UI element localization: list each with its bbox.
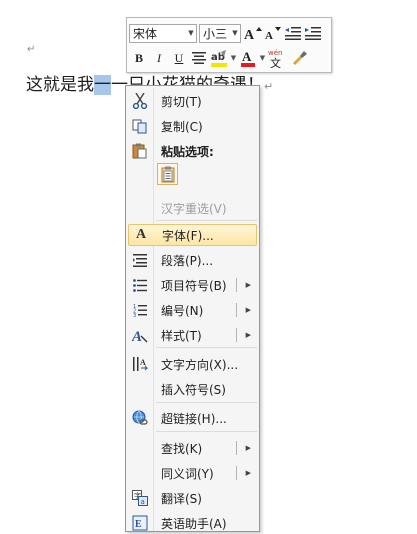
menu-item-translate[interactable]: 字a 翻译(S): [128, 487, 257, 509]
text-before-selection: 这就是我: [26, 75, 94, 95]
menu-item-label: 同义词(Y): [161, 466, 214, 481]
svg-text:E: E: [135, 519, 142, 530]
submenu-arrow-icon: ▶: [245, 281, 251, 289]
svg-text:a: a: [141, 498, 145, 506]
menu-item-reselect-chars: 汉字重选(V): [128, 197, 257, 219]
svg-text:文: 文: [270, 56, 281, 68]
numbering-icon: 123: [128, 303, 152, 317]
shrink-font-icon[interactable]: A: [263, 23, 283, 43]
menu-item-find[interactable]: 查找(K) ▶: [128, 437, 257, 459]
menu-item-paragraph[interactable]: 段落(P)...: [128, 249, 257, 271]
font-name-combo[interactable]: 宋体 ▼: [129, 23, 197, 43]
hyperlink-icon: [128, 410, 152, 426]
menu-item-label: 英语助手(A): [161, 516, 227, 531]
highlight-icon[interactable]: ab: [209, 48, 229, 68]
english-assistant-icon: E: [128, 515, 152, 531]
svg-text:A: A: [132, 329, 142, 343]
menu-item-cut[interactable]: 剪切(T): [128, 90, 257, 112]
italic-label: I: [157, 50, 161, 65]
menu-item-synonyms[interactable]: 同义词(Y) ▶: [128, 462, 257, 484]
format-painter-icon[interactable]: [289, 48, 309, 68]
underline-button[interactable]: U: [169, 48, 189, 68]
submenu-arrow-icon: ▶: [245, 469, 251, 477]
menu-item-label: 汉字重选(V): [161, 201, 227, 216]
menu-item-label: 文字方向(X)...: [161, 357, 239, 372]
menu-item-insert-symbol[interactable]: 插入符号(S): [128, 378, 257, 400]
text-direction-icon: A: [128, 356, 152, 372]
paragraph-corner-mark: ↵: [27, 44, 36, 55]
svg-text:3: 3: [133, 313, 136, 317]
menu-item-label: 插入符号(S): [161, 382, 226, 397]
font-icon: A: [135, 227, 147, 242]
svg-text:A: A: [140, 358, 146, 367]
font-color-icon[interactable]: A: [238, 48, 258, 68]
menu-item-font[interactable]: A 字体(F)...: [128, 224, 257, 246]
paragraph-icon: [128, 253, 152, 267]
underline-label: U: [174, 50, 184, 65]
grow-font-icon[interactable]: A: [243, 23, 263, 43]
menu-item-text-direction[interactable]: A 文字方向(X)...: [128, 353, 257, 375]
submenu-arrow-icon: ▶: [245, 306, 251, 314]
menu-item-paste-options: 粘贴选项:: [128, 140, 257, 162]
menu-item-label: 剪切(T): [161, 94, 202, 109]
clipboard-icon: [128, 143, 152, 159]
menu-separator: [156, 347, 257, 348]
center-align-icon[interactable]: [189, 48, 209, 68]
mini-toolbar: 宋体 ▼ 小三 ▼ A A B I U ab ▼ A ▼ wén 文: [126, 17, 332, 73]
menu-separator: [156, 431, 257, 432]
bold-button[interactable]: B: [129, 48, 149, 68]
increase-indent-icon[interactable]: [303, 23, 323, 43]
menu-item-hyperlink[interactable]: 超链接(H)...: [128, 407, 257, 429]
menu-item-numbering[interactable]: 123 编号(N) ▶: [128, 299, 257, 321]
bullets-icon: [128, 278, 152, 292]
paste-keep-text-button[interactable]: [157, 163, 178, 185]
font-size-value: 小三: [203, 26, 228, 41]
chevron-down-icon[interactable]: ▼: [186, 29, 196, 37]
menu-item-label: 段落(P)...: [161, 253, 214, 268]
styles-icon: A: [128, 327, 152, 343]
menu-item-bullets[interactable]: 项目符号(B) ▶: [128, 274, 257, 296]
menu-separator: [156, 402, 257, 403]
svg-text:A: A: [242, 49, 252, 64]
selected-text[interactable]: 一: [94, 75, 111, 95]
chevron-down-icon[interactable]: ▼: [230, 29, 240, 37]
menu-item-label: 复制(C): [161, 119, 203, 134]
menu-separator: [156, 220, 257, 221]
bold-label: B: [134, 50, 143, 65]
menu-item-label: 样式(T): [161, 328, 202, 343]
chevron-down-icon[interactable]: ▼: [258, 54, 267, 62]
menu-item-label: 编号(N): [161, 303, 204, 318]
scissors-icon: [128, 93, 152, 109]
menu-item-label: 查找(K): [161, 441, 203, 456]
menu-item-label: 字体(F)...: [162, 228, 214, 243]
menu-item-styles[interactable]: A 样式(T) ▶: [128, 324, 257, 346]
paste-text-only-icon: [161, 166, 174, 182]
italic-button[interactable]: I: [149, 48, 169, 68]
phonetic-guide-icon[interactable]: wén 文: [267, 48, 289, 68]
copy-icon: [128, 119, 152, 134]
svg-text:A: A: [265, 30, 273, 41]
chevron-down-icon[interactable]: ▼: [229, 54, 238, 62]
submenu-arrow-icon: ▶: [245, 331, 251, 339]
menu-item-label: 项目符号(B): [161, 278, 227, 293]
menu-item-english-assistant[interactable]: E 英语助手(A): [128, 512, 257, 534]
menu-item-label: 超链接(H)...: [161, 411, 227, 426]
submenu-arrow-icon: ▶: [245, 444, 251, 452]
menu-item-label: 粘贴选项:: [161, 144, 214, 159]
context-menu: 剪切(T) 复制(C) 粘贴选项: 汉字重选(V) A 字体(F)... 段落(…: [125, 85, 260, 532]
svg-text:A: A: [244, 28, 255, 41]
paragraph-mark: ↵: [264, 80, 274, 93]
font-size-combo[interactable]: 小三 ▼: [199, 23, 241, 43]
menu-item-copy[interactable]: 复制(C): [128, 115, 257, 137]
phonetic-guide-label: wén: [268, 49, 282, 57]
decrease-indent-icon[interactable]: [283, 23, 303, 43]
translate-icon: 字a: [128, 490, 152, 506]
menu-item-label: 翻译(S): [161, 491, 202, 506]
font-name-value: 宋体: [133, 26, 158, 41]
